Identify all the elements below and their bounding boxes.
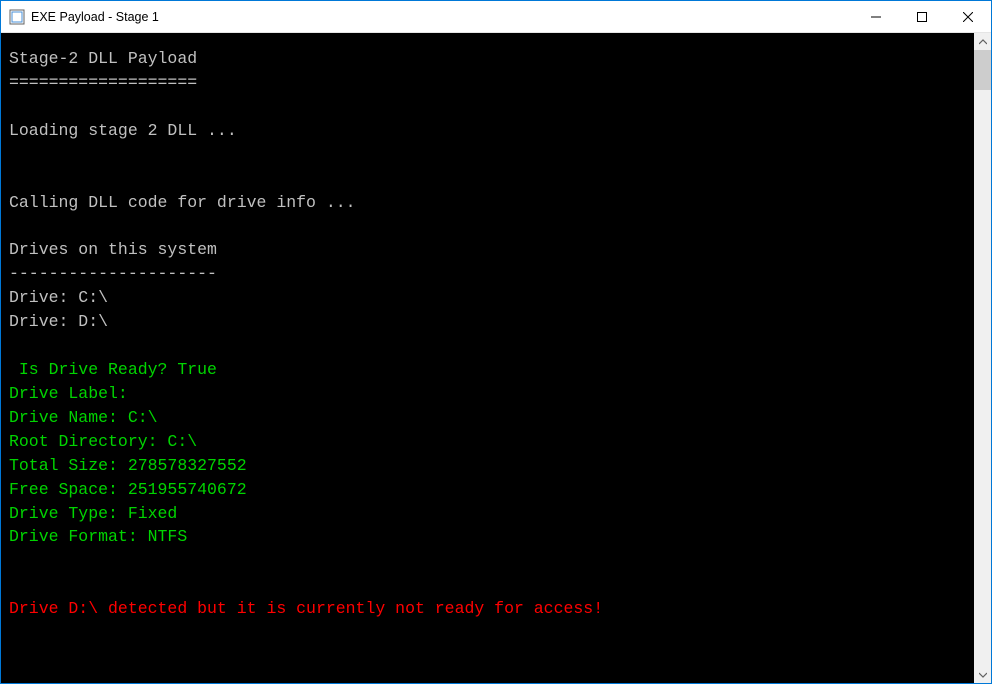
console-warning: Drive D:\ detected but it is currently n… [9,599,603,618]
window-controls [853,1,991,32]
console-line: Root Directory: C:\ [9,432,197,451]
console-line: Drive: C:\ [9,288,108,307]
close-button[interactable] [945,1,991,32]
console-line: Drive Name: C:\ [9,408,158,427]
console-line: =================== [9,73,197,92]
console-line: Total Size: 278578327552 [9,456,247,475]
vertical-scrollbar[interactable] [974,33,991,683]
console-output[interactable]: Stage-2 DLL Payload =================== … [1,33,974,683]
console-line: Is Drive Ready? True [9,360,217,379]
maximize-button[interactable] [899,1,945,32]
console-line: Drive: D:\ [9,312,108,331]
scroll-down-arrow-icon[interactable] [974,666,991,683]
console-line: Stage-2 DLL Payload [9,49,197,68]
minimize-button[interactable] [853,1,899,32]
console-line: Loading stage 2 DLL ... [9,121,237,140]
console-line: Calling DLL code for drive info ... [9,193,356,212]
console-line: Drive Label: [9,384,128,403]
window-title: EXE Payload - Stage 1 [31,10,853,24]
titlebar[interactable]: EXE Payload - Stage 1 [1,1,991,33]
scrollbar-thumb[interactable] [974,50,991,90]
console-line: Drives on this system [9,240,217,259]
console-line: Drive Format: NTFS [9,527,187,546]
application-window: EXE Payload - Stage 1 Stage-2 DLL Payloa… [0,0,992,684]
app-icon [9,9,25,25]
scroll-up-arrow-icon[interactable] [974,33,991,50]
console-line: --------------------- [9,264,217,283]
console-line: Drive Type: Fixed [9,504,177,523]
console-line: Free Space: 251955740672 [9,480,247,499]
scrollbar-track[interactable] [974,50,991,666]
console-container: Stage-2 DLL Payload =================== … [1,33,991,683]
